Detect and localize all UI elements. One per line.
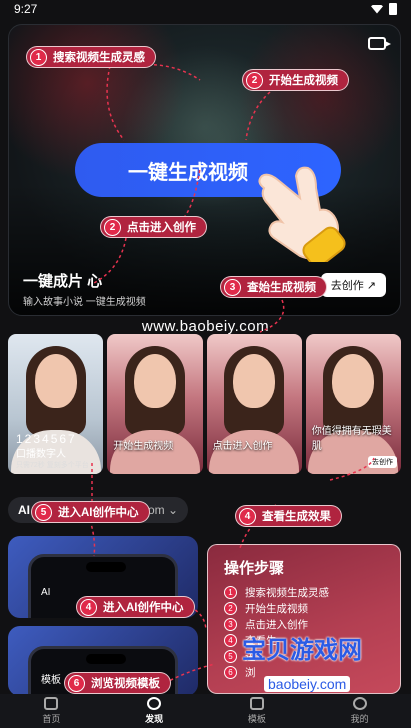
card-create-button[interactable]: 去创作 [368,456,397,468]
battery-icon [389,3,397,15]
portrait-face [133,354,176,408]
go-create-button[interactable]: 去创作 ↗ [320,273,386,297]
portrait-face [34,354,77,408]
home-icon [44,697,59,710]
card-caption: 你值得拥有无瑕美肌 [311,426,392,452]
nav-home[interactable]: 首页 [0,694,103,728]
tag-start-generate: 2 开始生成视频 [242,69,349,91]
template-icon [249,697,264,710]
hero-title: 一键成片 心 [23,273,103,290]
pointing-hand-icon [258,166,346,262]
game-site-url: baobeiy.com [264,676,351,692]
tag-view-result: 4 查看生成效果 [235,505,342,527]
phone-notch [86,654,126,664]
steps-panel: 操作步骤 1 搜索视频生成灵感 2 开始生成视频 3 点击进入创作 4 查看生 5进 6… [207,544,401,694]
phone-label: 模板 [41,675,61,686]
tag-browse-templates: 6 浏览视频模板 [64,672,171,694]
profile-icon [352,697,367,710]
ai-pill-left: AI [18,503,30,517]
card-subtitle: 只需72秒 复刻多个平台 [16,462,89,469]
bottom-navigation: 首页 发现 模板 我的 [0,694,411,728]
nav-templates[interactable]: 模板 [206,694,309,728]
site-watermark: www.baobeiy.com [141,318,270,335]
wifi-icon [371,4,383,14]
status-bar: 9:27 [0,0,411,18]
phone-notch [86,562,126,572]
tag-check-generate: 3 查始生成视频 [220,276,327,298]
status-icons [371,3,397,15]
portrait-face [332,354,375,408]
phone-label: AI [41,587,51,598]
tag-enter-create: 2 点击进入创作 [100,216,207,238]
template-card[interactable]: 开始生成视频 [107,334,203,474]
step-item: 1 搜索视频生成灵感 [224,584,384,600]
step-item: 2 开始生成视频 [224,600,384,616]
nav-profile[interactable]: 我的 [308,694,411,728]
card-caption: 点击进入创作 [212,441,273,452]
digital-human-card[interactable]: 1234567 口播数字人 只需72秒 复刻多个平台 [8,334,104,474]
card-digits: 1234567 [16,432,77,446]
tag-enter-ai-center: 5 进入AI创作中心 [31,501,150,523]
template-card[interactable]: 你值得拥有无瑕美肌 去创作 [305,334,401,474]
game-site-watermark: 宝贝游戏网 [242,637,362,664]
portrait-face [233,354,276,408]
card-title: 口播数字人 [16,449,66,460]
steps-title: 操作步骤 [224,560,285,577]
tag-enter-ai-center-2: 4 进入AI创作中心 [76,596,195,618]
clock: 9:27 [14,2,38,16]
template-gallery: 1234567 口播数字人 只需72秒 复刻多个平台 开始生成视频 点击进入创作… [8,334,401,474]
video-camera-icon[interactable] [368,37,391,50]
tag-search-inspiration: 1 搜索视频生成灵感 [26,46,156,68]
card-caption: 开始生成视频 [113,441,174,452]
template-card[interactable]: 点击进入创作 [206,334,302,474]
nav-discover[interactable]: 发现 [103,694,206,728]
hero-subtitle: 输入故事小说 一键生成视频 [23,297,146,308]
discover-icon [147,697,162,710]
